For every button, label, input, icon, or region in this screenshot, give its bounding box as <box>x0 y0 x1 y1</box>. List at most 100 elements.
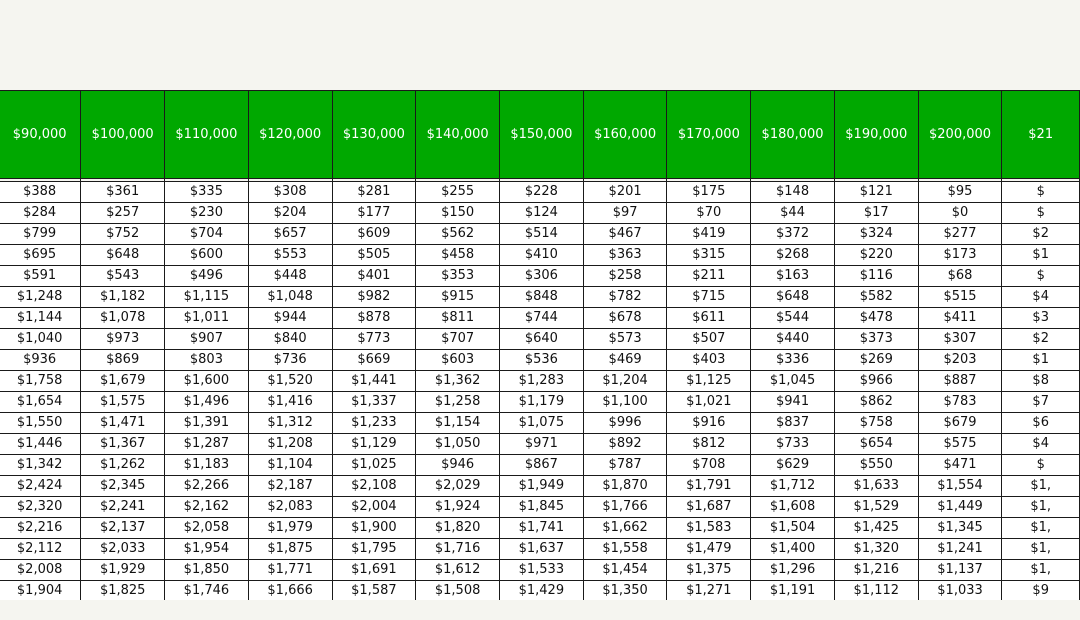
table-cell[interactable]: $1,471 <box>80 412 166 434</box>
table-cell[interactable]: $1,508 <box>415 580 500 602</box>
table-cell[interactable]: $1,712 <box>750 475 835 497</box>
table-cell[interactable]: $1,241 <box>917 538 1003 560</box>
table-cell[interactable]: $1,362 <box>415 370 500 392</box>
table-cell[interactable]: $1,115 <box>164 286 249 308</box>
table-cell[interactable]: $1,612 <box>415 559 500 581</box>
table-cell[interactable]: $467 <box>582 223 668 245</box>
table-cell[interactable]: $1,446 <box>0 433 82 455</box>
table-cell[interactable]: $1,662 <box>582 517 668 539</box>
table-cell[interactable]: $1,375 <box>666 559 752 581</box>
table-cell[interactable]: $811 <box>415 307 500 329</box>
table-cell[interactable]: $150 <box>415 202 500 224</box>
table-cell[interactable]: $1,504 <box>750 517 835 539</box>
table-cell[interactable]: $915 <box>415 286 500 308</box>
table-cell[interactable]: $1,716 <box>415 538 500 560</box>
table-cell[interactable]: $837 <box>750 412 835 434</box>
table-cell[interactable]: $401 <box>331 265 417 287</box>
table-cell[interactable]: $258 <box>582 265 668 287</box>
table-cell[interactable]: $ <box>1001 202 1080 224</box>
table-cell[interactable]: $783 <box>917 391 1003 413</box>
table-cell[interactable]: $944 <box>247 307 333 329</box>
table-cell[interactable]: $1,104 <box>247 454 333 476</box>
table-cell[interactable]: $1,654 <box>0 391 82 413</box>
table-cell[interactable]: $1,350 <box>582 580 668 602</box>
column-header[interactable]: $160,000 <box>582 90 668 179</box>
table-cell[interactable]: $17 <box>833 202 919 224</box>
table-cell[interactable]: $1,454 <box>582 559 668 581</box>
table-cell[interactable]: $1,125 <box>666 370 752 392</box>
table-cell[interactable]: $1,845 <box>499 496 584 518</box>
table-cell[interactable]: $966 <box>833 370 919 392</box>
table-cell[interactable]: $654 <box>833 433 919 455</box>
table-cell[interactable]: $148 <box>750 181 835 203</box>
table-cell[interactable]: $255 <box>415 181 500 203</box>
table-cell[interactable]: $2,424 <box>0 475 82 497</box>
table-cell[interactable]: $507 <box>666 328 752 350</box>
table-cell[interactable]: $9 <box>1001 580 1080 602</box>
table-cell[interactable]: $353 <box>415 265 500 287</box>
table-cell[interactable]: $373 <box>833 328 919 350</box>
column-header[interactable]: $120,000 <box>247 90 333 179</box>
table-cell[interactable]: $1,137 <box>917 559 1003 581</box>
table-cell[interactable]: $2,029 <box>415 475 500 497</box>
table-cell[interactable]: $973 <box>80 328 166 350</box>
table-cell[interactable]: $201 <box>582 181 668 203</box>
table-cell[interactable]: $679 <box>917 412 1003 434</box>
table-cell[interactable]: $550 <box>833 454 919 476</box>
table-cell[interactable]: $448 <box>247 265 333 287</box>
table-cell[interactable]: $1,021 <box>666 391 752 413</box>
table-cell[interactable]: $1,191 <box>750 580 835 602</box>
table-cell[interactable]: $410 <box>499 244 584 266</box>
table-cell[interactable]: $1,558 <box>582 538 668 560</box>
table-cell[interactable]: $799 <box>0 223 82 245</box>
table-cell[interactable]: $2,083 <box>247 496 333 518</box>
table-cell[interactable]: $609 <box>331 223 417 245</box>
table-cell[interactable]: $878 <box>331 307 417 329</box>
table-cell[interactable]: $648 <box>750 286 835 308</box>
table-cell[interactable]: $70 <box>666 202 752 224</box>
table-cell[interactable]: $1,608 <box>750 496 835 518</box>
table-cell[interactable]: $1,870 <box>582 475 668 497</box>
table-cell[interactable]: $629 <box>750 454 835 476</box>
table-cell[interactable]: $1, <box>1001 517 1080 539</box>
table-cell[interactable]: $971 <box>499 433 584 455</box>
table-cell[interactable]: $440 <box>750 328 835 350</box>
table-cell[interactable]: $121 <box>833 181 919 203</box>
table-cell[interactable]: $1,287 <box>164 433 249 455</box>
table-cell[interactable]: $640 <box>499 328 584 350</box>
table-cell[interactable]: $736 <box>247 349 333 371</box>
table-cell[interactable]: $308 <box>247 181 333 203</box>
table-cell[interactable]: $1,204 <box>582 370 668 392</box>
column-header[interactable]: $180,000 <box>750 90 835 179</box>
table-cell[interactable]: $1,746 <box>164 580 249 602</box>
table-cell[interactable]: $1,154 <box>415 412 500 434</box>
table-cell[interactable]: $204 <box>247 202 333 224</box>
table-cell[interactable]: $941 <box>750 391 835 413</box>
table-cell[interactable]: $1,771 <box>247 559 333 581</box>
table-cell[interactable]: $996 <box>582 412 668 434</box>
table-cell[interactable]: $787 <box>582 454 668 476</box>
column-header[interactable]: $200,000 <box>917 90 1003 179</box>
table-cell[interactable]: $ <box>1001 265 1080 287</box>
table-cell[interactable]: $324 <box>833 223 919 245</box>
table-cell[interactable]: $1, <box>1001 475 1080 497</box>
table-cell[interactable]: $1,949 <box>499 475 584 497</box>
table-cell[interactable]: $1,248 <box>0 286 82 308</box>
table-cell[interactable]: $7 <box>1001 391 1080 413</box>
table-cell[interactable]: $758 <box>833 412 919 434</box>
table-cell[interactable]: $1,129 <box>331 433 417 455</box>
table-cell[interactable]: $946 <box>415 454 500 476</box>
table-cell[interactable]: $419 <box>666 223 752 245</box>
table-cell[interactable]: $982 <box>331 286 417 308</box>
table-cell[interactable]: $177 <box>331 202 417 224</box>
table-cell[interactable]: $715 <box>666 286 752 308</box>
table-cell[interactable]: $1,112 <box>833 580 919 602</box>
table-cell[interactable]: $916 <box>666 412 752 434</box>
column-header[interactable]: $190,000 <box>833 90 919 179</box>
table-cell[interactable]: $1,050 <box>415 433 500 455</box>
column-header[interactable]: $110,000 <box>164 90 249 179</box>
table-cell[interactable]: $8 <box>1001 370 1080 392</box>
table-cell[interactable]: $2,108 <box>331 475 417 497</box>
table-cell[interactable]: $2,058 <box>164 517 249 539</box>
table-cell[interactable]: $1,929 <box>80 559 166 581</box>
